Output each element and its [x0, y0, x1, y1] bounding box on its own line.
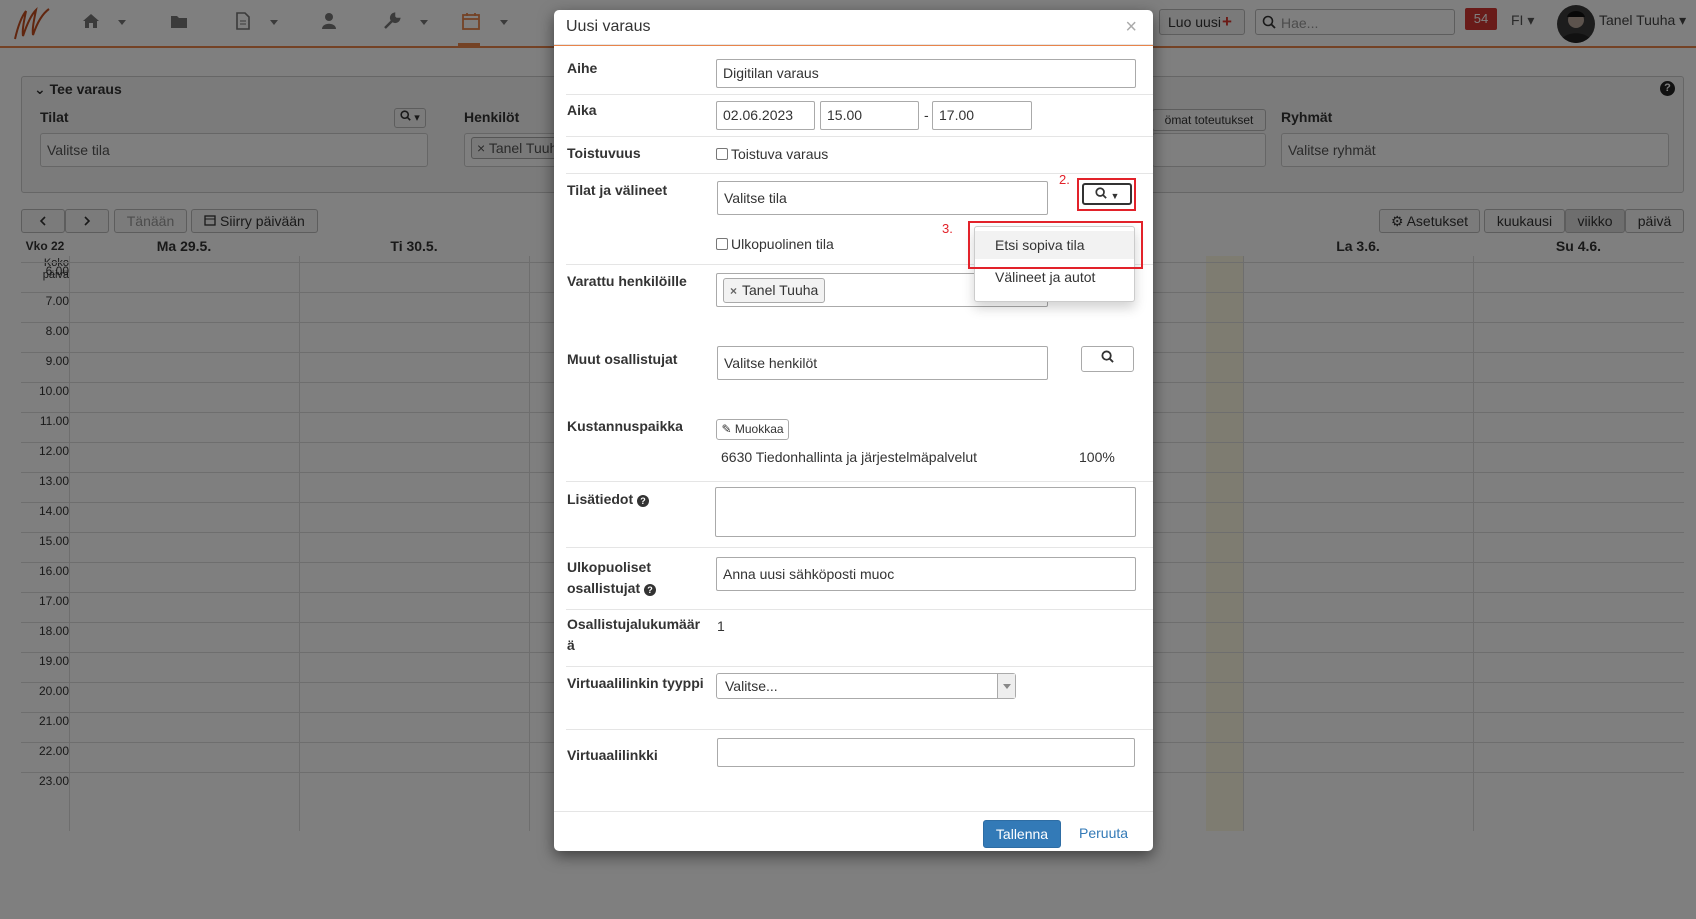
annotation-step-2: 2.: [1059, 172, 1070, 187]
virtual-link-type-label: Virtuaalilinkin tyyppi: [567, 675, 704, 691]
reserved-for-tag-label: Tanel Tuuha: [742, 282, 819, 298]
rooms-search-dropdown-button[interactable]: ▼: [1082, 183, 1132, 205]
external-participants-label-line2: osallistujat: [567, 580, 641, 596]
new-booking-modal: Uusi varaus × Aihe Digitilan varaus Aika…: [554, 10, 1153, 851]
row-divider: [566, 136, 1153, 137]
search-icon: [1101, 350, 1114, 363]
external-participants-input[interactable]: Anna uusi sähköposti muoc: [716, 557, 1136, 591]
external-participants-label: Ulkopuoliset osallistujat ?: [567, 557, 657, 599]
participants-search-button[interactable]: [1081, 346, 1134, 372]
extra-info-label-text: Lisätiedot: [567, 491, 634, 507]
header-accent-line: [554, 45, 1153, 46]
edit-cost-center-button[interactable]: ✎ Muokkaa: [716, 419, 789, 440]
row-divider: [566, 729, 1153, 730]
row-divider: [566, 481, 1153, 482]
modal-footer-divider: [554, 811, 1153, 812]
subject-label: Aihe: [567, 60, 598, 76]
search-icon: [1095, 187, 1107, 199]
time-label: Aika: [567, 102, 597, 118]
start-time-input[interactable]: 15.00: [820, 101, 919, 130]
participant-count-label-line1: Osallistujalukumäär: [567, 616, 701, 632]
question-icon[interactable]: ?: [644, 584, 657, 596]
rooms-equipment-label: Tilat ja välineet: [567, 182, 668, 198]
modal-header: Uusi varaus ×: [554, 10, 1153, 45]
row-divider: [566, 609, 1153, 610]
virtual-link-type-value: Valitse...: [725, 678, 778, 694]
reserved-for-label: Varattu henkilöille: [567, 273, 687, 289]
participant-count-label: Osallistujalukumäär ä: [567, 614, 700, 656]
row-divider: [566, 666, 1153, 667]
select-arrow-icon[interactable]: [997, 674, 1015, 698]
cancel-button[interactable]: Peruuta: [1079, 825, 1128, 841]
external-participants-label-line1: Ulkopuoliset: [567, 559, 652, 575]
date-input[interactable]: 02.06.2023: [716, 101, 815, 130]
external-room-checkbox[interactable]: Ulkopuolinen tila: [716, 236, 834, 252]
time-separator: -: [924, 107, 929, 123]
external-room-checkbox-label: Ulkopuolinen tila: [731, 236, 834, 252]
close-icon[interactable]: ×: [1125, 16, 1137, 39]
checkbox-icon[interactable]: [716, 148, 728, 160]
save-button[interactable]: Tallenna: [983, 820, 1061, 848]
participant-count-value: 1: [717, 618, 725, 634]
annotation-box-step-3: [968, 221, 1143, 269]
recurrence-checkbox[interactable]: Toistuva varaus: [716, 146, 828, 162]
virtual-link-label: Virtuaalilinkki: [567, 747, 658, 763]
cost-center-percent: 100%: [1079, 449, 1115, 465]
row-divider: [566, 94, 1153, 95]
pencil-icon: ✎: [721, 422, 732, 436]
extra-info-textarea[interactable]: [715, 487, 1136, 537]
remove-tag-icon[interactable]: ×: [730, 284, 737, 298]
checkbox-icon[interactable]: [716, 238, 728, 250]
cost-center-label: Kustannuspaikka: [567, 418, 683, 434]
recurrence-checkbox-label: Toistuva varaus: [731, 146, 829, 162]
modal-title: Uusi varaus: [566, 18, 651, 35]
virtual-link-type-select[interactable]: Valitse...: [716, 673, 1016, 699]
participant-count-label-line2: ä: [567, 637, 575, 653]
reserved-for-tag[interactable]: × Tanel Tuuha: [723, 278, 826, 303]
row-divider: [566, 547, 1153, 548]
end-time-input[interactable]: 17.00: [932, 101, 1032, 130]
subject-input[interactable]: Digitilan varaus: [716, 59, 1136, 88]
edit-button-label: Muokkaa: [734, 422, 784, 436]
annotation-step-3: 3.: [942, 221, 953, 236]
virtual-link-input[interactable]: [717, 738, 1135, 767]
rooms-select-input[interactable]: Valitse tila: [717, 181, 1048, 215]
recurrence-label: Toistuvuus: [567, 145, 641, 161]
other-participants-label: Muut osallistujat: [567, 351, 678, 367]
question-icon[interactable]: ?: [637, 495, 650, 507]
other-participants-input[interactable]: Valitse henkilöt: [717, 346, 1048, 380]
caret-down-icon: ▼: [1110, 191, 1120, 201]
extra-info-label: Lisätiedot ?: [567, 489, 650, 510]
cost-center-value: 6630 Tiedonhallinta ja järjestelmäpalvel…: [721, 449, 978, 465]
